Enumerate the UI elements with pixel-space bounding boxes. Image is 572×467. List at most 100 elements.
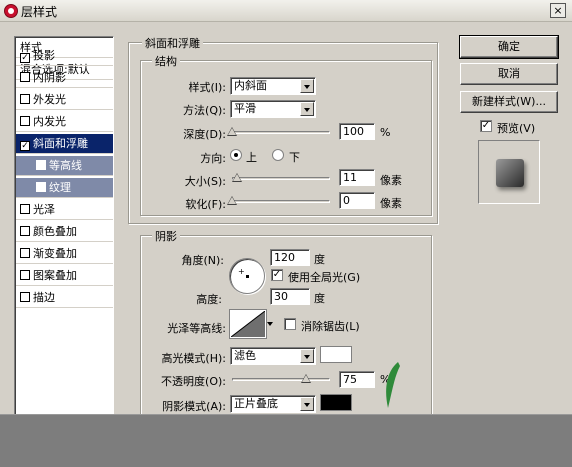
- style-list-item-label: 描边: [33, 291, 55, 304]
- style-list-item[interactable]: 内阴影: [16, 68, 113, 88]
- soften-slider-track: [232, 200, 330, 203]
- size-field[interactable]: 11: [339, 169, 375, 186]
- global-light-checkbox[interactable]: ✓: [271, 269, 283, 281]
- style-list-item-label: 外发光: [33, 93, 66, 106]
- direction-down-radio[interactable]: [272, 149, 284, 161]
- technique-select[interactable]: 平滑: [230, 100, 316, 118]
- gloss-contour-picker[interactable]: [229, 309, 273, 339]
- style-list-item-label: 光泽: [33, 203, 55, 216]
- close-button[interactable]: ×: [550, 3, 566, 18]
- style-list-item[interactable]: 等高线: [16, 156, 113, 176]
- shadow-mode-label: 阴影模式(A):: [162, 400, 226, 413]
- style-list-item-label: 图案叠加: [33, 269, 77, 282]
- style-list-item[interactable]: 渐变叠加: [16, 244, 113, 264]
- style-select-value: 内斜面: [234, 79, 267, 92]
- style-select[interactable]: 内斜面: [230, 77, 316, 95]
- highlight-mode-value: 滤色: [234, 349, 256, 362]
- technique-select-value: 平滑: [234, 102, 256, 115]
- altitude-label: 高度:: [196, 293, 222, 306]
- highlight-mode-select[interactable]: 滤色: [230, 347, 316, 365]
- soften-slider-thumb[interactable]: [227, 196, 237, 205]
- size-slider-thumb[interactable]: [231, 173, 242, 182]
- style-list-item[interactable]: 内发光: [16, 112, 113, 132]
- soften-slider[interactable]: [227, 196, 330, 206]
- style-list-item[interactable]: 纹理: [16, 178, 113, 198]
- size-unit: 像素: [380, 174, 402, 187]
- style-list-item-label: 内发光: [33, 115, 66, 128]
- altitude-field[interactable]: 30: [270, 288, 310, 305]
- chevron-down-icon: [300, 397, 314, 411]
- style-checkbox[interactable]: ✓: [20, 53, 30, 63]
- soften-field[interactable]: 0: [339, 192, 375, 209]
- style-list: 样式 混合选项:默认 ✓ 投影 内阴影 外发光 内发光 ✓ 斜面和浮雕 等高线 纹理 光泽 颜色叠加…: [14, 36, 114, 414]
- opacity-field[interactable]: 75: [339, 371, 375, 388]
- style-list-item-label: 斜面和浮雕: [33, 137, 88, 150]
- opacity-slider-thumb[interactable]: [300, 374, 311, 383]
- direction-label: 方向:: [200, 152, 226, 165]
- chevron-down-icon: [300, 349, 314, 363]
- style-list-item[interactable]: 外发光: [16, 90, 113, 110]
- dialog-title: 层样式: [21, 5, 58, 19]
- style-checkbox[interactable]: [36, 182, 46, 192]
- depth-slider[interactable]: [227, 127, 330, 137]
- style-checkbox[interactable]: [36, 160, 46, 170]
- style-checkbox[interactable]: [20, 204, 30, 214]
- style-list-item-label: 渐变叠加: [33, 247, 77, 260]
- style-checkbox[interactable]: [20, 270, 30, 280]
- angle-dial[interactable]: +: [229, 258, 265, 294]
- highlight-mode-label: 高光模式(H):: [161, 352, 226, 365]
- preview-swatch: [496, 159, 524, 187]
- style-checkbox[interactable]: [20, 94, 30, 104]
- anti-alias-label: 消除锯齿(L): [301, 320, 360, 333]
- style-list-item-label: 等高线: [49, 159, 82, 172]
- style-checkbox[interactable]: [20, 248, 30, 258]
- style-list-item[interactable]: ✓ 斜面和浮雕: [16, 134, 113, 154]
- structure-title: 结构: [152, 53, 180, 69]
- gloss-contour-label: 光泽等高线:: [167, 322, 226, 335]
- size-slider[interactable]: [231, 173, 330, 183]
- style-checkbox[interactable]: [20, 226, 30, 236]
- soften-unit: 像素: [380, 197, 402, 210]
- preview-label: 预览(V): [497, 122, 536, 135]
- altitude-unit: 度: [314, 292, 325, 305]
- style-checkbox[interactable]: [20, 72, 30, 82]
- bevel-emboss-title: 斜面和浮雕: [142, 35, 203, 51]
- angle-field[interactable]: 120: [270, 249, 310, 266]
- angle-dot: [246, 275, 249, 278]
- anti-alias-checkbox[interactable]: [284, 318, 296, 330]
- style-checkbox[interactable]: [20, 116, 30, 126]
- size-slider-track: [232, 177, 330, 180]
- app-icon: [4, 4, 18, 18]
- opacity-slider[interactable]: [232, 374, 330, 384]
- technique-label: 方法(Q):: [183, 104, 226, 117]
- depth-slider-track: [232, 131, 330, 134]
- new-style-button[interactable]: 新建样式(W)...: [460, 91, 558, 113]
- style-list-item-label: 纹理: [49, 181, 71, 194]
- shadow-mode-select[interactable]: 正片叠底: [230, 395, 316, 413]
- shadow-mode-value: 正片叠底: [234, 397, 278, 410]
- shadow-color-swatch[interactable]: [320, 394, 352, 411]
- style-list-item[interactable]: 描边: [16, 288, 113, 308]
- global-light-label: 使用全局光(G): [288, 271, 361, 284]
- style-checkbox[interactable]: [20, 292, 30, 302]
- style-list-item[interactable]: 图案叠加: [16, 266, 113, 286]
- style-list-item[interactable]: ✓ 投影: [16, 46, 113, 66]
- depth-field[interactable]: 100: [339, 123, 375, 140]
- title-bar: 层样式 ×: [0, 0, 572, 22]
- style-list-item[interactable]: 颜色叠加: [16, 222, 113, 242]
- direction-up-radio[interactable]: [230, 149, 242, 161]
- cancel-button[interactable]: 取消: [460, 63, 558, 85]
- chevron-down-icon[interactable]: [267, 318, 275, 330]
- style-checkbox[interactable]: ✓: [20, 141, 30, 151]
- leaf-decoration-icon: [386, 362, 400, 408]
- ok-button[interactable]: 确定: [459, 35, 559, 59]
- preview-checkbox[interactable]: ✓: [480, 120, 492, 132]
- depth-slider-thumb[interactable]: [227, 127, 237, 136]
- style-list-item[interactable]: 光泽: [16, 200, 113, 220]
- shading-title: 阴影: [152, 228, 180, 244]
- highlight-color-swatch[interactable]: [320, 346, 352, 363]
- depth-label: 深度(D):: [183, 128, 226, 141]
- opacity-slider-track: [232, 378, 330, 381]
- style-label: 样式(I):: [188, 81, 226, 94]
- crosshair-icon: +: [238, 267, 245, 276]
